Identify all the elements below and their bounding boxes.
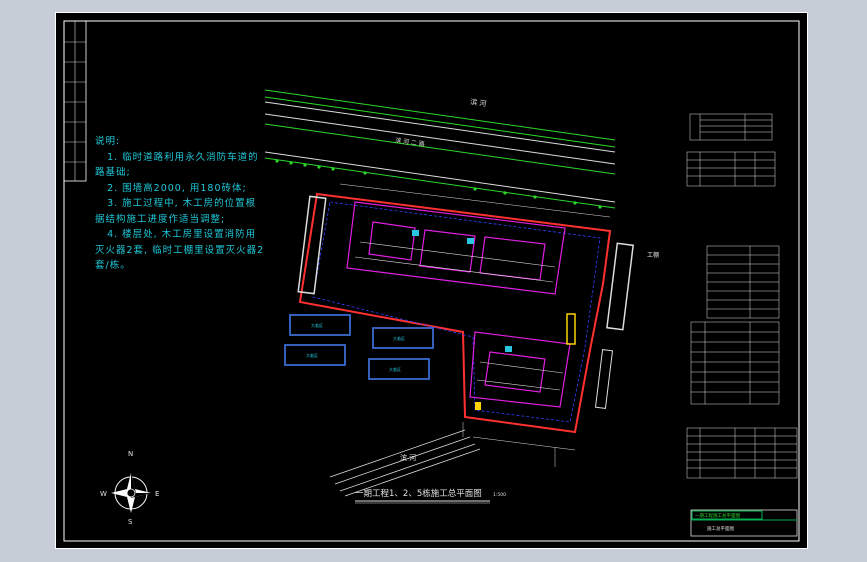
compass-s: S: [128, 518, 133, 526]
svg-text:大临区: 大临区: [393, 335, 405, 341]
road-top-label: 滨 河: [470, 97, 487, 108]
marker-yellow: [475, 402, 481, 410]
site-plan-drawing: 大临区大临区 大临区大临区 一期工程1、2、5栋施工总平面图 1:500 滨 河…: [55, 12, 808, 549]
svg-text:大临区: 大临区: [311, 322, 323, 328]
gate-yellow: [566, 313, 576, 345]
notes-item-1: 1. 临时道路利用永久消防车道的路基础;: [95, 151, 259, 179]
site-wall: [298, 192, 612, 434]
compass-e: E: [155, 490, 159, 498]
notes-block: 说明: 1. 临时道路利用永久消防车道的路基础; 2. 围墙高2000, 用18…: [95, 134, 265, 274]
compass: [111, 473, 151, 513]
compass-w: W: [100, 490, 107, 498]
right-label: 工棚: [647, 251, 659, 259]
shed-right2: [594, 349, 614, 409]
title-block-drawing: 施工总平面图: [707, 525, 734, 532]
plan-scale: 1:500: [493, 492, 506, 498]
notes-item-2: 2. 围墙高2000, 用180砖体;: [95, 182, 247, 194]
notes-item-3: 3. 施工过程中, 木工房的位置根据结构施工进度作适当调整;: [95, 198, 257, 225]
plan-title: 一期工程1、2、5栋施工总平面图: [355, 488, 482, 499]
buildings: [346, 201, 571, 408]
shed-left: [297, 195, 327, 295]
road-second-label: 滨 河 二 路: [395, 136, 426, 148]
notes-item-4: 4. 楼层处, 木工房里设置消防用灭火器2套, 临时工棚里设置灭火器2套/栋。: [95, 229, 265, 271]
cores: [412, 230, 512, 352]
svg-text:大临区: 大临区: [389, 366, 401, 372]
inner-frame: [63, 20, 800, 542]
schedule-tables: [686, 113, 798, 479]
offsite-blocks: [284, 314, 434, 380]
road-lines: [264, 89, 616, 209]
title-block-project: 一期工程施工总平面图: [695, 512, 740, 519]
notes-heading: 说明:: [95, 136, 121, 147]
road-bottom-label: 滨 河: [400, 453, 416, 462]
shed-right: [606, 242, 635, 331]
svg-text:大临区: 大临区: [306, 352, 318, 358]
compass-n: N: [128, 450, 133, 458]
drawing-canvas: 大临区 大临区 大临区 大临区 一期工程1、2、5栋施工总平面图 1:500 滨 河…: [55, 12, 808, 549]
